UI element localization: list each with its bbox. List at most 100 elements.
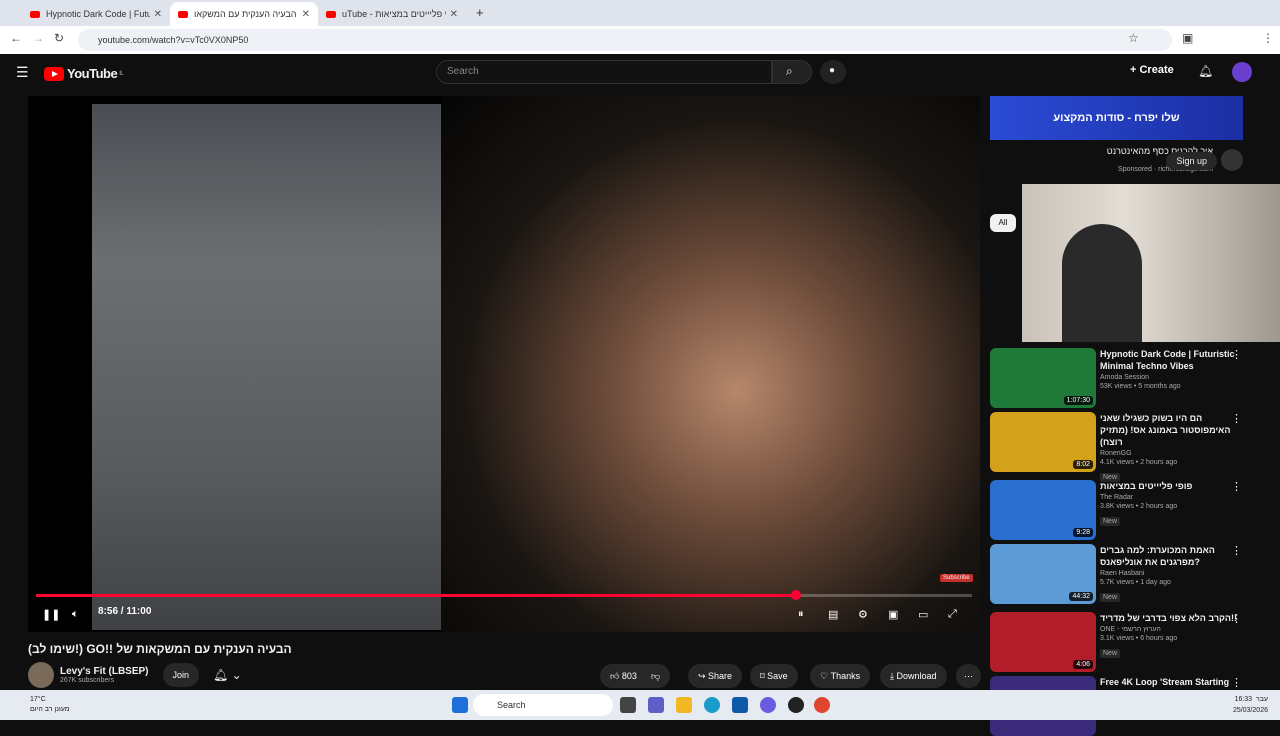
url-field[interactable]: youtube.com/watch?v=vTc0VX0NP50 [78,29,1172,51]
video-thumbnail[interactable]: 9:28 [990,480,1096,540]
browser-tab-2[interactable]: הבעיה הענקית עם המשקאו ✕ [170,2,318,26]
thanks-icon: ♡ [820,670,831,681]
youtube-logo[interactable]: YouTube IL [44,66,124,81]
browser-tab-1[interactable]: Hypnotic Dark Code | Futuristic ✕ [22,2,170,26]
chrome-icon[interactable] [814,697,830,713]
more-actions-button[interactable]: ⋯ [956,664,981,688]
edge-icon[interactable] [704,697,720,713]
recommendation-item[interactable]: 1:07:30 Hypnotic Dark Code | Futuristic M… [990,348,1280,408]
bookmark-star-icon[interactable]: ☆ [1128,31,1139,45]
recommendation-channel[interactable]: RonenGG [1100,450,1250,457]
recommendation-meta: 5.7K views • 1 day ago [1100,579,1171,586]
like-button[interactable]: 👍︎ 803 👎︎ [600,664,671,688]
ad-banner: שלו יפרח - סודות המקצוע [990,96,1243,140]
recommendation-item[interactable]: 8:02 הם היו בשוק כשגילו שאני האימפוסטור ב… [990,412,1280,484]
weather-temp: 17°C [30,696,46,703]
channel-avatar[interactable] [28,662,54,688]
more-options-icon[interactable]: ⋮ [1231,348,1242,361]
search-icon: ⌕ [786,64,793,78]
windows-start-icon[interactable] [452,697,468,713]
notification-bell-icon[interactable]: 🔔︎ ⌄ [213,668,242,682]
thanks-button[interactable]: ♡ Thanks [810,664,871,688]
close-tab-icon[interactable]: ✕ [302,9,310,20]
hamburger-menu-icon[interactable]: ☰ [16,64,29,81]
search-input[interactable]: Search [436,60,772,84]
youtube-favicon-icon [326,10,336,18]
cast-icon[interactable]: ▭ [918,608,928,621]
browser-tab-3[interactable]: uTube - פופי פליייטים במציאות ✕ [318,2,466,26]
more-options-icon[interactable]: ⋮ [1231,612,1242,625]
volume-icon[interactable]: 🔈︎ [72,608,79,621]
save-button[interactable]: ⌑ Save [750,664,798,688]
recommendation-title[interactable]: האמת המכוערת: למה גברים מפרגנים את אונלי… [1100,544,1250,568]
video-thumbnail[interactable]: 1:07:30 [990,348,1096,408]
channel-row: Levy's Fit (LBSEP) 267K subscribers Join… [28,662,242,688]
close-tab-icon[interactable]: ✕ [154,9,162,20]
recommendation-title[interactable]: Free 4K Loop 'Stream Starting [1100,676,1250,688]
browser-tab-strip: Hypnotic Dark Code | Futuristic ✕ הבעיה … [0,0,1280,26]
pause-button[interactable]: ❚❚ [42,608,60,621]
recommendation-channel[interactable]: ONE - הערוץ הרשמי [1100,626,1250,633]
duration-badge: 4:06 [1073,660,1093,669]
video-player[interactable]: Subscribe ❚❚ 🔈︎ 8:56 / 11:00 ⏸ ▤ ⚙ ▣ ▭ ⤢ [28,96,980,632]
channel-name[interactable]: Levy's Fit (LBSEP) [60,666,149,677]
close-tab-icon[interactable]: ✕ [450,9,458,20]
voice-search-button[interactable]: ● [820,60,846,84]
recommendation-title[interactable]: פופי פליייטים במציאות [1100,480,1250,492]
recommendation-title[interactable]: הם היו בשוק כשגילו שאני האימפוסטור באמונ… [1100,412,1250,448]
notifications-bell-icon[interactable]: 🔔︎ [1198,64,1213,78]
create-button[interactable]: + Create [1130,64,1174,76]
more-options-icon[interactable]: ⋮ [1231,676,1242,689]
new-tab-icon[interactable]: + [476,5,484,20]
task-view-icon[interactable] [620,697,636,713]
filter-chip-all[interactable]: All [990,214,1016,232]
extensions-icon[interactable]: ▣ [1182,31,1193,45]
recommendation-item[interactable]: 4:06 הקרב הלא צפוי בדרבי של מדריד!! ONE - … [990,612,1280,672]
store-icon[interactable] [732,697,748,713]
reload-icon[interactable]: ↻ [54,31,64,45]
recommendation-meta: 4.1K views • 2 hours ago [1100,459,1178,466]
file-explorer-icon[interactable] [676,697,692,713]
recommendation-item[interactable]: 44:32 האמת המכוערת: למה גברים מפרגנים את … [990,544,1280,604]
discord-icon[interactable] [760,697,776,713]
thumbs-up-icon: 👍︎ [610,670,622,681]
join-button[interactable]: Join [162,663,200,687]
video-thumbnail[interactable]: 44:32 [990,544,1096,604]
more-options-icon[interactable]: ⋮ [1231,544,1242,557]
recommendation-item[interactable]: 9:28 פופי פליייטים במציאות The Radar 3.8K v… [990,480,1280,540]
video-thumbnail[interactable]: 8:02 [990,412,1096,472]
sponsored-ad[interactable]: שלו יפרח - סודות המקצוע איך להכניס כסף מ… [990,96,1243,196]
share-button[interactable]: ↪ Share [688,664,743,688]
search-button[interactable]: ⌕ [772,60,812,84]
system-tray[interactable]: עבר 16:33 25/03/2026 [1233,694,1268,716]
obs-icon[interactable] [788,697,804,713]
logo-region: IL [119,70,124,77]
recommendation-channel[interactable]: Amoda Session [1100,374,1250,381]
taskbar-search[interactable]: Search [473,694,613,716]
video-thumbnail[interactable]: 4:06 [990,612,1096,672]
settings-gear-icon[interactable]: ⚙ [858,608,868,621]
captions-icon[interactable]: ▤ [828,608,838,621]
progress-bar[interactable] [36,590,972,600]
menu-dots-icon[interactable]: ⋮ [1262,31,1274,45]
more-options-icon[interactable]: ⋮ [1231,412,1242,425]
recommendation-channel[interactable]: The Radar [1100,494,1250,501]
forward-icon[interactable]: → [32,31,44,45]
back-icon[interactable]: ← [10,31,22,45]
recommendation-title[interactable]: Hypnotic Dark Code | Futuristic Minimal … [1100,348,1250,372]
recommendation-channel[interactable]: Raen Hasbani [1100,570,1250,577]
logo-text: YouTube [67,66,118,81]
account-avatar[interactable] [1232,62,1252,82]
dislike-icon[interactable]: 👎︎ [651,671,660,682]
ad-sponsored-label: Sponsored [1118,166,1152,173]
weather-widget[interactable]: 17°C מעונן רב היום [30,695,70,715]
more-options-icon[interactable]: ⋮ [1231,480,1242,493]
download-button[interactable]: ⤓ Download [880,664,947,688]
signup-button[interactable]: Sign up [1166,152,1217,170]
autoplay-toggle[interactable]: ⏸ [798,608,804,621]
fullscreen-icon[interactable]: ⤢ [948,608,957,621]
teams-icon[interactable] [648,697,664,713]
tab-label: uTube - פופי פליייטים במציאות [342,9,446,19]
recommendation-title[interactable]: הקרב הלא צפוי בדרבי של מדריד!! [1100,612,1250,624]
miniplayer-icon[interactable]: ▣ [888,608,898,621]
